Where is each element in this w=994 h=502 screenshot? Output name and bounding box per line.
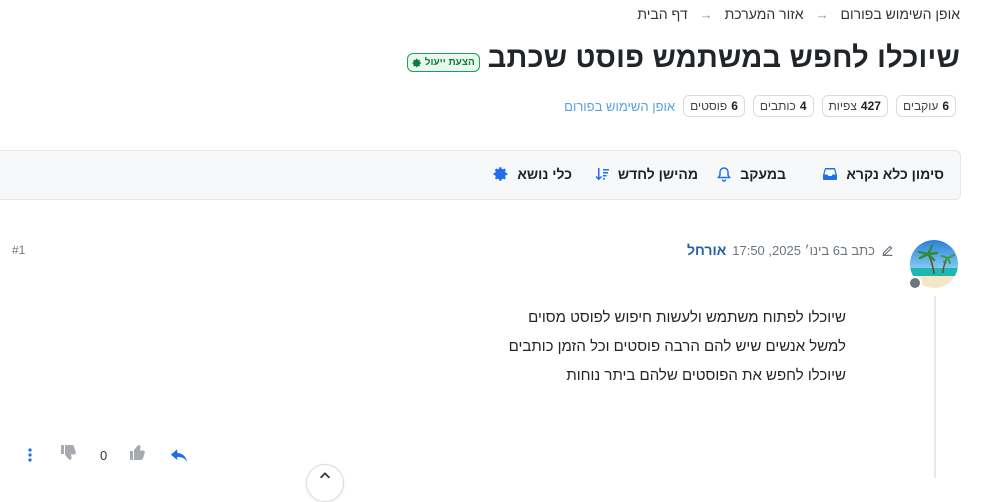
- badge-label: הצעת ייעול: [424, 57, 475, 68]
- mark-unread-label: סימון כלא נקרא: [846, 166, 944, 182]
- page-title: שיוכלו לחפש במשתמש פוסט שכתב: [487, 42, 960, 74]
- stat-posters-label: כותבים: [759, 99, 796, 113]
- post-author[interactable]: אורחל: [687, 242, 726, 258]
- stat-views-value: 427: [860, 99, 881, 113]
- post-line: שיוכלו לפתוח משתמש ולעשות חיפוש לפוסט מס…: [528, 309, 846, 326]
- inbox-icon: [823, 168, 838, 180]
- stat-views: 427 צפיות: [821, 95, 888, 117]
- post-index[interactable]: #1: [12, 243, 25, 257]
- thumbs-down-icon: [61, 445, 76, 460]
- post-line: למשל אנשים שיש להם הרבה פוסטים וכל הזמן …: [508, 338, 846, 355]
- downvote-button[interactable]: [58, 442, 80, 464]
- stat-followers-label: עוקבים: [902, 99, 939, 113]
- breadcrumb: דף הבית → אזור המערכת → אופן השימוש בפור…: [637, 6, 960, 22]
- post-line: שיוכלו לחפש את הפוסטים שלהם ביתר נוחות: [566, 367, 846, 384]
- stat-posters-value: 4: [799, 99, 807, 113]
- stat-followers-value: 6: [942, 99, 949, 113]
- breadcrumb-system-area[interactable]: אזור המערכת: [725, 6, 804, 22]
- stat-views-label: צפיות: [828, 99, 857, 113]
- breadcrumb-separator: →: [699, 6, 713, 22]
- vote-count: 0: [100, 448, 108, 463]
- stat-posts-value: 6: [731, 99, 738, 113]
- watching-label: במעקב: [740, 166, 786, 182]
- topic-stats: אופן השימוש בפורום 6 פוסטים 4 כותבים 427 צפ…: [558, 95, 956, 117]
- breadcrumb-separator: →: [815, 6, 829, 22]
- stat-posts-label: פוסטים: [690, 99, 728, 113]
- scroll-up-button[interactable]: [306, 464, 344, 502]
- watching-button[interactable]: במעקב: [716, 166, 786, 182]
- bell-icon: [717, 167, 732, 182]
- sort-button[interactable]: מהישן לחדש: [594, 166, 698, 182]
- category-link[interactable]: אופן השימוש בפורום: [564, 99, 675, 114]
- stat-posters: 4 כותבים: [752, 95, 814, 117]
- topic-tools-label: כלי נושא: [517, 166, 572, 182]
- reply-icon: [170, 448, 188, 462]
- post-content: שיוכלו לפתוח משתמש ולעשות חיפוש לפוסט מס…: [509, 303, 846, 390]
- stat-followers: 6 עוקבים: [895, 95, 956, 117]
- chevron-up-icon: [320, 472, 330, 479]
- gear-icon: [493, 167, 508, 181]
- sort-label: מהישן לחדש: [617, 166, 698, 182]
- thread-line: [934, 296, 936, 478]
- breadcrumb-home[interactable]: דף הבית: [637, 6, 687, 22]
- post-timestamp[interactable]: כתב ב6 בינו׳ 2025, 17:50: [732, 243, 875, 258]
- upvote-button[interactable]: [127, 441, 149, 463]
- sort-icon: [595, 168, 609, 181]
- status-indicator: [908, 276, 922, 290]
- topic-header: הצעת ייעול שיוכלו לחפש במשתמש פוסט שכתב: [406, 42, 960, 75]
- gear-icon: [412, 58, 421, 67]
- breadcrumb-current: אופן השימוש בפורום: [840, 6, 960, 22]
- topic-toolbar: סימון כלא נקרא במעקב מהישן לחדש כלי נושא: [0, 150, 961, 200]
- mark-unread-button[interactable]: סימון כלא נקרא: [822, 166, 944, 182]
- post-meta: אורחל כתב ב6 בינו׳ 2025, 17:50: [687, 242, 894, 258]
- thumbs-up-icon: [130, 445, 145, 460]
- post-more-button[interactable]: [22, 446, 38, 464]
- topic-tools-button[interactable]: כלי נושא: [493, 166, 572, 182]
- topic-tag-badge[interactable]: הצעת ייעול: [406, 53, 480, 72]
- reply-button[interactable]: [169, 446, 189, 464]
- more-vertical-icon: [28, 448, 32, 462]
- edit-icon: [882, 245, 893, 256]
- stat-posts: 6 פוסטים: [683, 95, 745, 117]
